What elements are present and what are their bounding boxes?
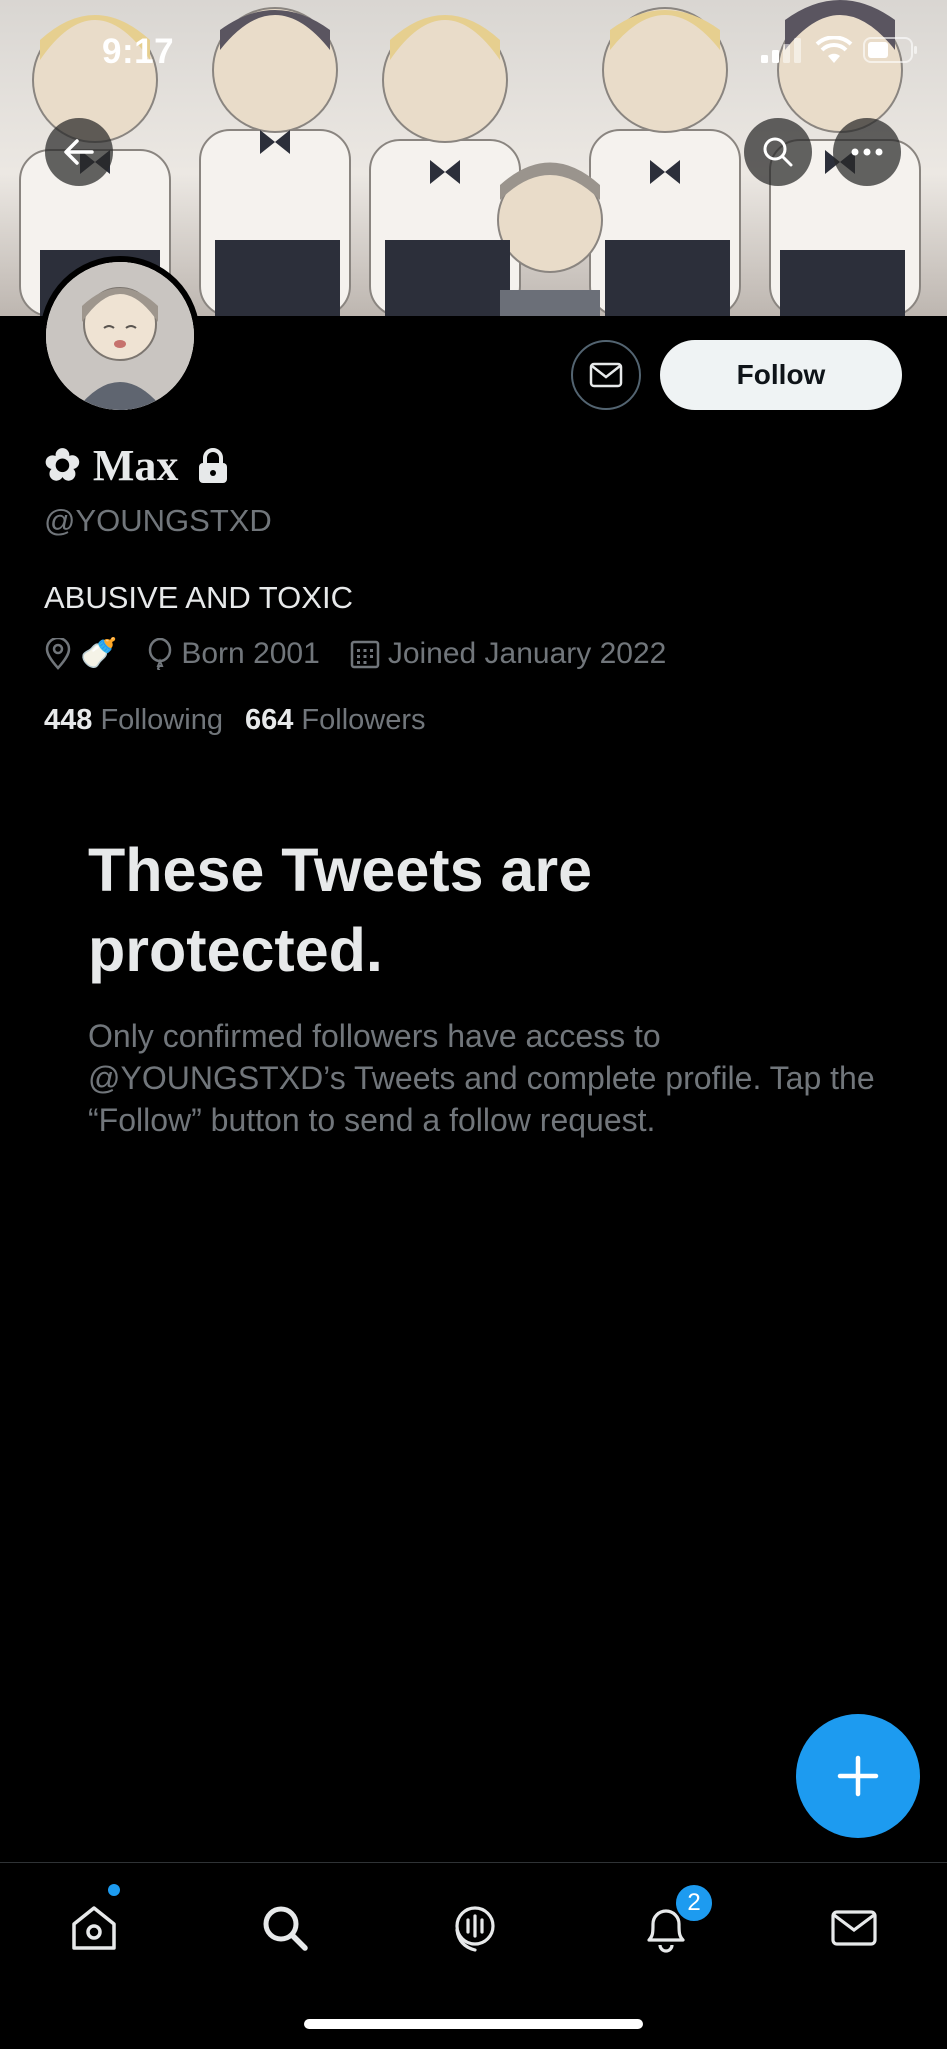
joined-text: Joined January 2022 (387, 636, 667, 670)
cellular-signal-icon (761, 38, 801, 63)
search-icon (263, 1906, 308, 1951)
wifi-icon (815, 36, 853, 63)
back-button[interactable] (45, 118, 113, 186)
follow-stats: 448 Following 664 Followers (44, 704, 426, 737)
profile-name-row: ✿ Max (44, 440, 230, 491)
back-arrow-icon (64, 139, 94, 165)
calendar-icon (350, 640, 380, 668)
home-indicator[interactable] (304, 2019, 643, 2029)
display-name: Max (92, 441, 179, 490)
protected-title: These Tweets are protected. (88, 836, 593, 984)
location-item: 🍼 (44, 636, 117, 671)
follow-button[interactable]: Follow (660, 340, 902, 410)
mail-icon (589, 362, 623, 388)
avatar-image (46, 262, 194, 410)
message-button[interactable] (571, 340, 641, 410)
avatar[interactable] (40, 256, 200, 416)
following-count: 448 (44, 704, 93, 736)
balloon-icon (149, 637, 172, 670)
tab-spaces[interactable] (440, 1893, 510, 1963)
followers-label: Followers (301, 704, 426, 736)
name-prefix-glyph: ✿ (44, 441, 81, 490)
lock-icon (199, 447, 228, 483)
followers-count: 664 (244, 704, 294, 736)
following-label: Following (100, 704, 223, 736)
home-unread-dot (108, 1884, 120, 1896)
home-icon (72, 1906, 116, 1950)
profile-meta: 🍼 Born 2001 Joined January 2022 (44, 636, 696, 671)
profile-bio: ABUSIVE AND TOXIC (44, 580, 353, 615)
location-text: 🍼 (80, 637, 118, 670)
more-button[interactable] (833, 118, 901, 186)
mail-icon (831, 1910, 877, 1946)
joined-item: Joined January 2022 (350, 636, 667, 671)
status-icons (759, 36, 919, 64)
compose-button[interactable] (796, 1714, 920, 1838)
tab-messages[interactable] (819, 1893, 889, 1963)
compose-plus-icon (837, 1755, 879, 1797)
more-icon (851, 148, 883, 156)
search-button[interactable] (744, 118, 812, 186)
following-stat[interactable]: 448 Following (44, 704, 223, 737)
status-time: 9:17 (102, 32, 175, 71)
birth-text: Born 2001 (181, 636, 320, 670)
notification-badge: 2 (674, 1883, 714, 1923)
search-icon (763, 137, 793, 167)
protected-body: Only confirmed followers have access to … (88, 1018, 875, 1138)
profile-handle: @YOUNGSTXD (44, 503, 272, 538)
location-icon (45, 637, 71, 670)
birth-item: Born 2001 (147, 636, 320, 671)
spaces-icon (455, 1906, 495, 1952)
tab-search[interactable] (250, 1893, 320, 1963)
followers-stat[interactable]: 664 Followers (245, 704, 426, 737)
battery-icon (863, 37, 917, 63)
tab-home[interactable] (59, 1893, 129, 1963)
